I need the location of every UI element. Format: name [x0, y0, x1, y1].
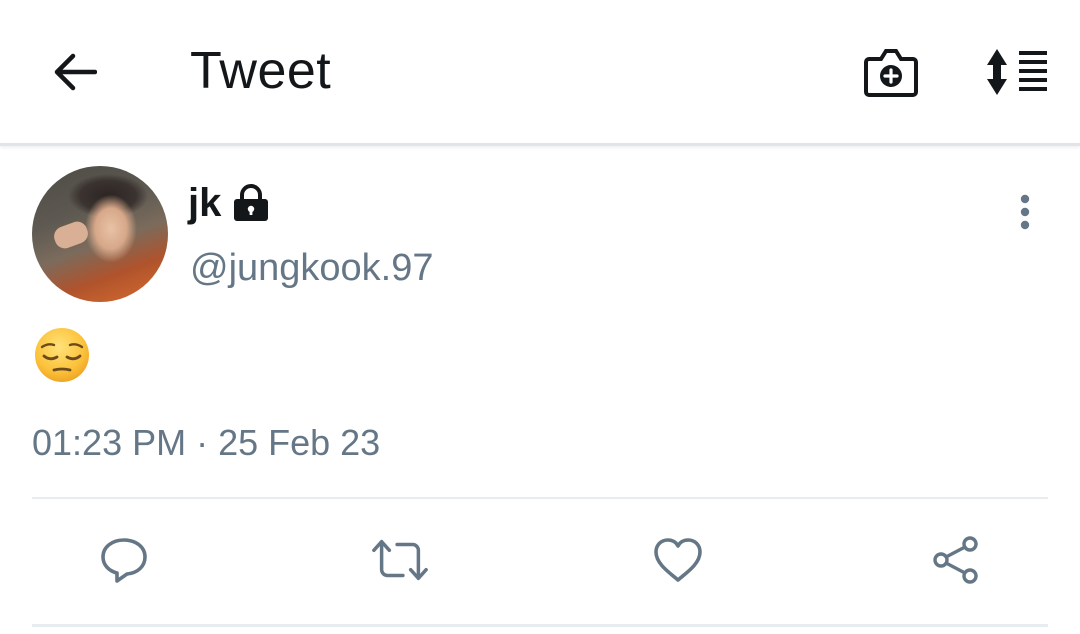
- avatar[interactable]: [32, 166, 168, 302]
- reply-icon: [101, 538, 147, 583]
- share-icon: [933, 536, 978, 584]
- divider: [32, 497, 1048, 499]
- author-handle: @jungkook.97: [190, 247, 434, 289]
- top-app-bar: Tweet: [0, 0, 1080, 146]
- tweet-timestamp[interactable]: 01:23 PM · 25 Feb 23: [32, 418, 380, 468]
- arrow-left-icon: [54, 53, 97, 91]
- lock-icon: [231, 183, 271, 223]
- author-display-name: jk: [188, 181, 222, 225]
- retweet-icon: [372, 539, 428, 581]
- camera-button[interactable]: [858, 40, 924, 104]
- sort-list-icon: [987, 49, 1047, 95]
- reply-button[interactable]: [94, 532, 154, 588]
- more-vertical-icon: [1020, 194, 1030, 230]
- more-options-button[interactable]: [1006, 190, 1044, 234]
- tweet-actions-bar: [0, 520, 1080, 606]
- camera-plus-icon: [864, 49, 918, 97]
- share-button[interactable]: [926, 532, 986, 588]
- tweet-text: 😔: [32, 326, 94, 384]
- back-button[interactable]: [46, 48, 102, 96]
- page-title: Tweet: [190, 42, 332, 100]
- retweet-button[interactable]: [370, 532, 430, 588]
- sort-button[interactable]: [978, 40, 1054, 104]
- author-name-row: jk: [188, 178, 271, 228]
- pensive-face-emoji: [35, 328, 89, 382]
- like-button[interactable]: [648, 532, 708, 588]
- heart-icon: [654, 538, 702, 582]
- bottom-divider: [32, 624, 1048, 627]
